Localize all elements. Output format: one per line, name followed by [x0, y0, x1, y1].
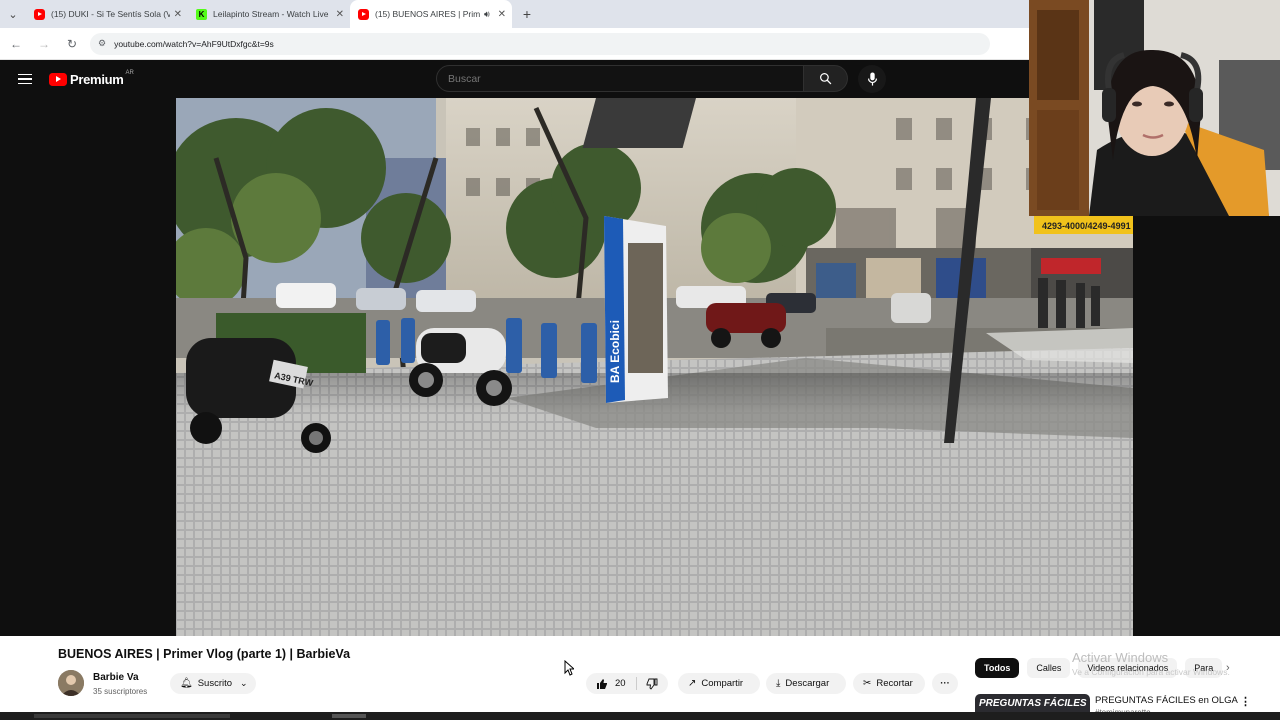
- kick-icon: K: [196, 8, 207, 20]
- chip-todos[interactable]: Todos: [975, 658, 1020, 678]
- thumbnail-text: PREGUNTAS FÁCILES: [979, 698, 1087, 709]
- taskbar-item[interactable]: [34, 714, 230, 718]
- subscribed-label: Suscrito: [197, 678, 233, 689]
- url-text[interactable]: youtube.com/watch?v=AhF9UtDxfgc&t=9s: [114, 39, 274, 49]
- browser-tab-strip: ⌄ (15) DUKI - Si Te Sentís Sola (Vi ✕ K …: [0, 0, 1030, 28]
- clip-button[interactable]: ✂ Recortar: [853, 673, 925, 694]
- speaker-icon[interactable]: 🔊︎: [484, 9, 490, 20]
- back-arrow-icon[interactable]: ←: [4, 37, 28, 51]
- menu-icon[interactable]: [18, 73, 32, 85]
- youtube-premium-logo[interactable]: Premium AR: [49, 69, 134, 87]
- subscribed-button[interactable]: 🔔︎ Suscrito ⌄: [170, 673, 256, 694]
- webcam-feed: [1029, 0, 1280, 216]
- tab-buenos-aires[interactable]: (15) BUENOS AIRES | Primer 🔊︎ ✕: [350, 0, 512, 28]
- search-input[interactable]: [436, 65, 804, 92]
- share-label: Compartir: [701, 678, 744, 689]
- tab-duki[interactable]: (15) DUKI - Si Te Sentís Sola (Vi ✕: [26, 0, 188, 28]
- close-tab-icon[interactable]: ✕: [174, 9, 182, 20]
- logo-text: Premium: [70, 71, 124, 87]
- country-code: AR: [125, 69, 134, 76]
- video-player[interactable]: 4293-4000/4249-4991 BA Ecobici A39 TRW: [176, 98, 1133, 636]
- store-sign-text: 4293-4000/4249-4991: [1042, 221, 1131, 231]
- tab-title: (15) BUENOS AIRES | Primer: [375, 9, 480, 19]
- address-bar: ← → ↻ ⚙ youtube.com/watch?v=AhF9UtDxfgc&…: [0, 28, 1030, 60]
- video-title: BUENOS AIRES | Primer Vlog (parte 1) | B…: [58, 647, 351, 661]
- like-count: 20: [615, 678, 626, 689]
- search-icon: [820, 73, 832, 85]
- subscriber-count: 35 suscriptores: [93, 687, 148, 696]
- recommendation-menu-icon[interactable]: ⋮: [1240, 695, 1251, 708]
- download-icon: ⤓: [776, 678, 781, 689]
- forward-arrow-icon[interactable]: →: [32, 37, 56, 51]
- youtube-icon: [358, 8, 369, 20]
- video-frame: 4293-4000/4249-4991 BA Ecobici A39 TRW: [176, 98, 1133, 636]
- reload-icon[interactable]: ↻: [60, 37, 84, 51]
- youtube-masthead: Premium AR: [0, 60, 1030, 98]
- like-dislike-group: 20: [586, 673, 668, 694]
- download-button[interactable]: ⤓ Descargar: [766, 673, 846, 694]
- new-tab-button[interactable]: +: [516, 6, 538, 22]
- taskbar-item[interactable]: [332, 714, 366, 718]
- more-icon: ···: [940, 678, 950, 689]
- close-tab-icon[interactable]: ✕: [498, 9, 506, 20]
- scissors-icon: ✂: [863, 678, 872, 689]
- like-button[interactable]: 20: [586, 673, 636, 694]
- voice-search-button[interactable]: [858, 65, 886, 93]
- download-label: Descargar: [785, 678, 830, 689]
- watch-metadata: BUENOS AIRES | Primer Vlog (parte 1) | B…: [0, 636, 1280, 720]
- tab-title: (15) DUKI - Si Te Sentís Sola (Vi: [51, 9, 170, 19]
- clip-label: Recortar: [876, 678, 913, 689]
- chip-calles[interactable]: Calles: [1027, 658, 1071, 678]
- channel-name[interactable]: Barbie Va: [93, 672, 139, 683]
- recommendation-title[interactable]: PREGUNTAS FÁCILES en OLGA: [1095, 695, 1238, 706]
- share-button[interactable]: ↗ Compartir: [678, 673, 760, 694]
- windows-activation-title: Activar Windows: [1072, 650, 1169, 665]
- avatar-image: [58, 670, 84, 696]
- tab-leilapinto[interactable]: K Leilapinto Stream - Watch Live ✕: [188, 0, 350, 28]
- bell-icon: 🔔︎: [180, 678, 193, 689]
- channel-avatar[interactable]: [58, 670, 84, 696]
- tab-search-chevron-icon[interactable]: ⌄: [0, 0, 26, 28]
- windows-activation-subtitle: Ve a Configuración para activar Windows.: [1072, 667, 1230, 677]
- site-info-icon[interactable]: ⚙: [98, 38, 106, 49]
- youtube-logo-icon: [49, 72, 67, 86]
- taskbar: [0, 712, 1280, 720]
- search-button[interactable]: [804, 65, 848, 92]
- kiosk-text: BA Ecobici: [608, 320, 622, 383]
- more-actions-button[interactable]: ···: [932, 673, 958, 694]
- close-tab-icon[interactable]: ✕: [336, 9, 344, 20]
- tab-title: Leilapinto Stream - Watch Live: [213, 9, 329, 19]
- youtube-icon: [34, 8, 45, 20]
- share-icon: ↗: [688, 678, 697, 689]
- thumbs-up-icon: [597, 678, 607, 689]
- microphone-icon: [867, 72, 877, 86]
- webcam-overlay: [1029, 0, 1280, 216]
- thumbs-down-icon: [646, 678, 658, 690]
- omnibox[interactable]: ⚙ youtube.com/watch?v=AhF9UtDxfgc&t=9s: [90, 32, 990, 55]
- chevron-down-icon: ⌄: [240, 678, 248, 688]
- mouse-cursor-icon: [564, 660, 574, 676]
- dislike-button[interactable]: [636, 673, 668, 694]
